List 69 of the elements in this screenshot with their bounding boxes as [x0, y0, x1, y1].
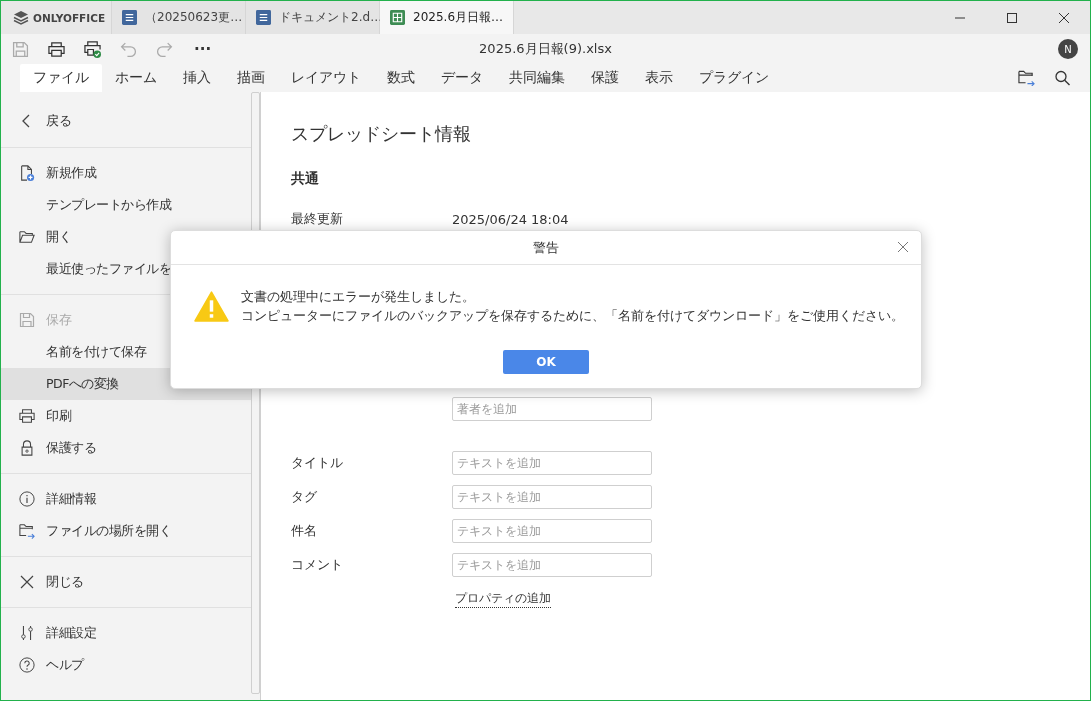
field-label: 最終更新 [291, 210, 344, 228]
spreadsheet-icon [390, 10, 406, 25]
printer-icon [19, 408, 35, 424]
menu-tab[interactable]: 挿入 [170, 64, 224, 92]
document-tab[interactable]: （20250623更… [112, 1, 247, 34]
close-icon [19, 574, 35, 590]
quick-print-icon[interactable] [84, 40, 101, 58]
menu-tab[interactable]: レイアウト [278, 64, 374, 92]
menu-item[interactable]: ファイルの場所を開く [1, 515, 251, 547]
menu-tab[interactable]: 保護 [578, 64, 632, 92]
field-label: タグ [291, 488, 318, 506]
section-heading: 共通 [291, 170, 320, 188]
save-icon [19, 312, 35, 328]
menu-tab[interactable]: ホーム [102, 64, 170, 92]
menu-item[interactable]: 閉じる [1, 566, 251, 598]
warning-icon [194, 290, 229, 322]
add-property-link[interactable]: プロパティの追加 [455, 590, 551, 608]
input-field[interactable]: 著者を追加 [452, 397, 652, 421]
menu-item[interactable]: 保護する [1, 432, 251, 464]
page-title: スプレッドシート情報 [291, 122, 472, 146]
close-icon[interactable] [897, 241, 909, 253]
new-document-icon [19, 165, 35, 181]
menu-tab[interactable]: データ [428, 64, 496, 92]
menu-tab[interactable]: プラグイン [686, 64, 782, 92]
app-name: ONLYOFFICE [33, 11, 106, 24]
menu-tab[interactable]: 描画 [224, 64, 278, 92]
user-avatar[interactable]: N [1058, 39, 1078, 59]
menu-item[interactable]: 開く [1, 221, 251, 253]
folder-arrow-icon[interactable] [1018, 70, 1035, 86]
input-field[interactable]: テキストを追加 [452, 451, 652, 475]
printer-icon[interactable] [48, 40, 65, 58]
menu-item[interactable]: ヘルプ [1, 649, 251, 681]
dialog-message: コンピューターにファイルのバックアップを保存するために、「名前を付けてダウンロード」をご使用ください。 [241, 307, 904, 325]
folder-icon [19, 229, 35, 245]
input-field[interactable]: テキストを追加 [452, 519, 652, 543]
menu-item[interactable]: 詳細設定 [1, 617, 251, 649]
menu-item[interactable]: 戻る [1, 105, 251, 137]
document-title: 2025.6月日報(9).xlsx [479, 40, 612, 58]
input-field[interactable]: テキストを追加 [452, 553, 652, 577]
field-value: 2025/06/24 18:04 [452, 211, 569, 227]
menu-item[interactable]: 印刷 [1, 400, 251, 432]
more-button[interactable]: ··· [194, 40, 212, 58]
field-label: タイトル [291, 454, 344, 472]
ok-button[interactable]: OK [503, 350, 589, 374]
field-label: 件名 [291, 522, 318, 540]
document-tab[interactable]: ドキュメント2.d… [246, 1, 381, 34]
document-icon [256, 10, 272, 25]
folder-arrow-icon [19, 523, 35, 539]
menu-tab[interactable]: ファイル [20, 64, 102, 92]
menu-tab[interactable]: 共同編集 [496, 64, 578, 92]
sliders-icon [19, 625, 35, 641]
menu-item[interactable]: 詳細情報 [1, 483, 251, 515]
field-label: コメント [291, 556, 344, 574]
menu-tab[interactable]: 数式 [374, 64, 428, 92]
document-tab[interactable]: 2025.6月日報… [380, 1, 515, 34]
maximize-icon[interactable] [1006, 11, 1018, 24]
input-field[interactable]: テキストを追加 [452, 485, 652, 509]
document-icon [122, 10, 138, 25]
search-icon[interactable] [1054, 70, 1071, 86]
logo-icon [13, 10, 29, 25]
menu-tab[interactable]: 表示 [632, 64, 686, 92]
menu-item[interactable]: テンプレートから作成 [1, 189, 251, 221]
info-icon [19, 491, 35, 507]
dialog-title: 警告 [533, 238, 559, 257]
lock-icon [19, 440, 35, 456]
help-icon [19, 657, 35, 673]
menu-item[interactable]: 新規作成 [1, 157, 251, 189]
close-window-icon[interactable] [1058, 11, 1070, 24]
dialog-message: 文書の処理中にエラーが発生しました。 [241, 288, 476, 306]
